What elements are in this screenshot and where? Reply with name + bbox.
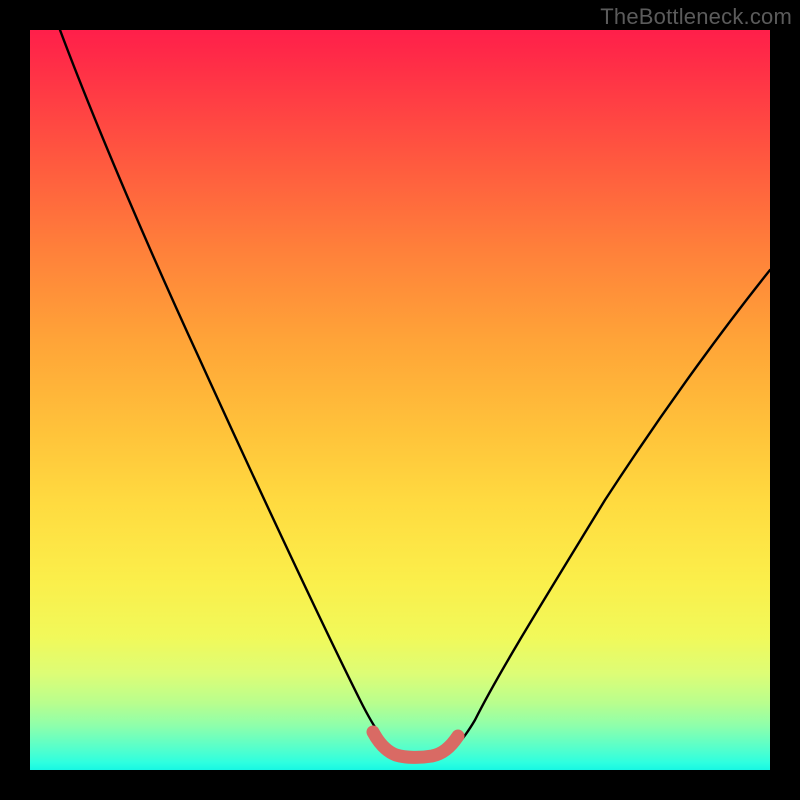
chart-frame: TheBottleneck.com xyxy=(0,0,800,800)
attribution-text: TheBottleneck.com xyxy=(600,4,792,30)
chart-gradient-background xyxy=(30,30,770,770)
